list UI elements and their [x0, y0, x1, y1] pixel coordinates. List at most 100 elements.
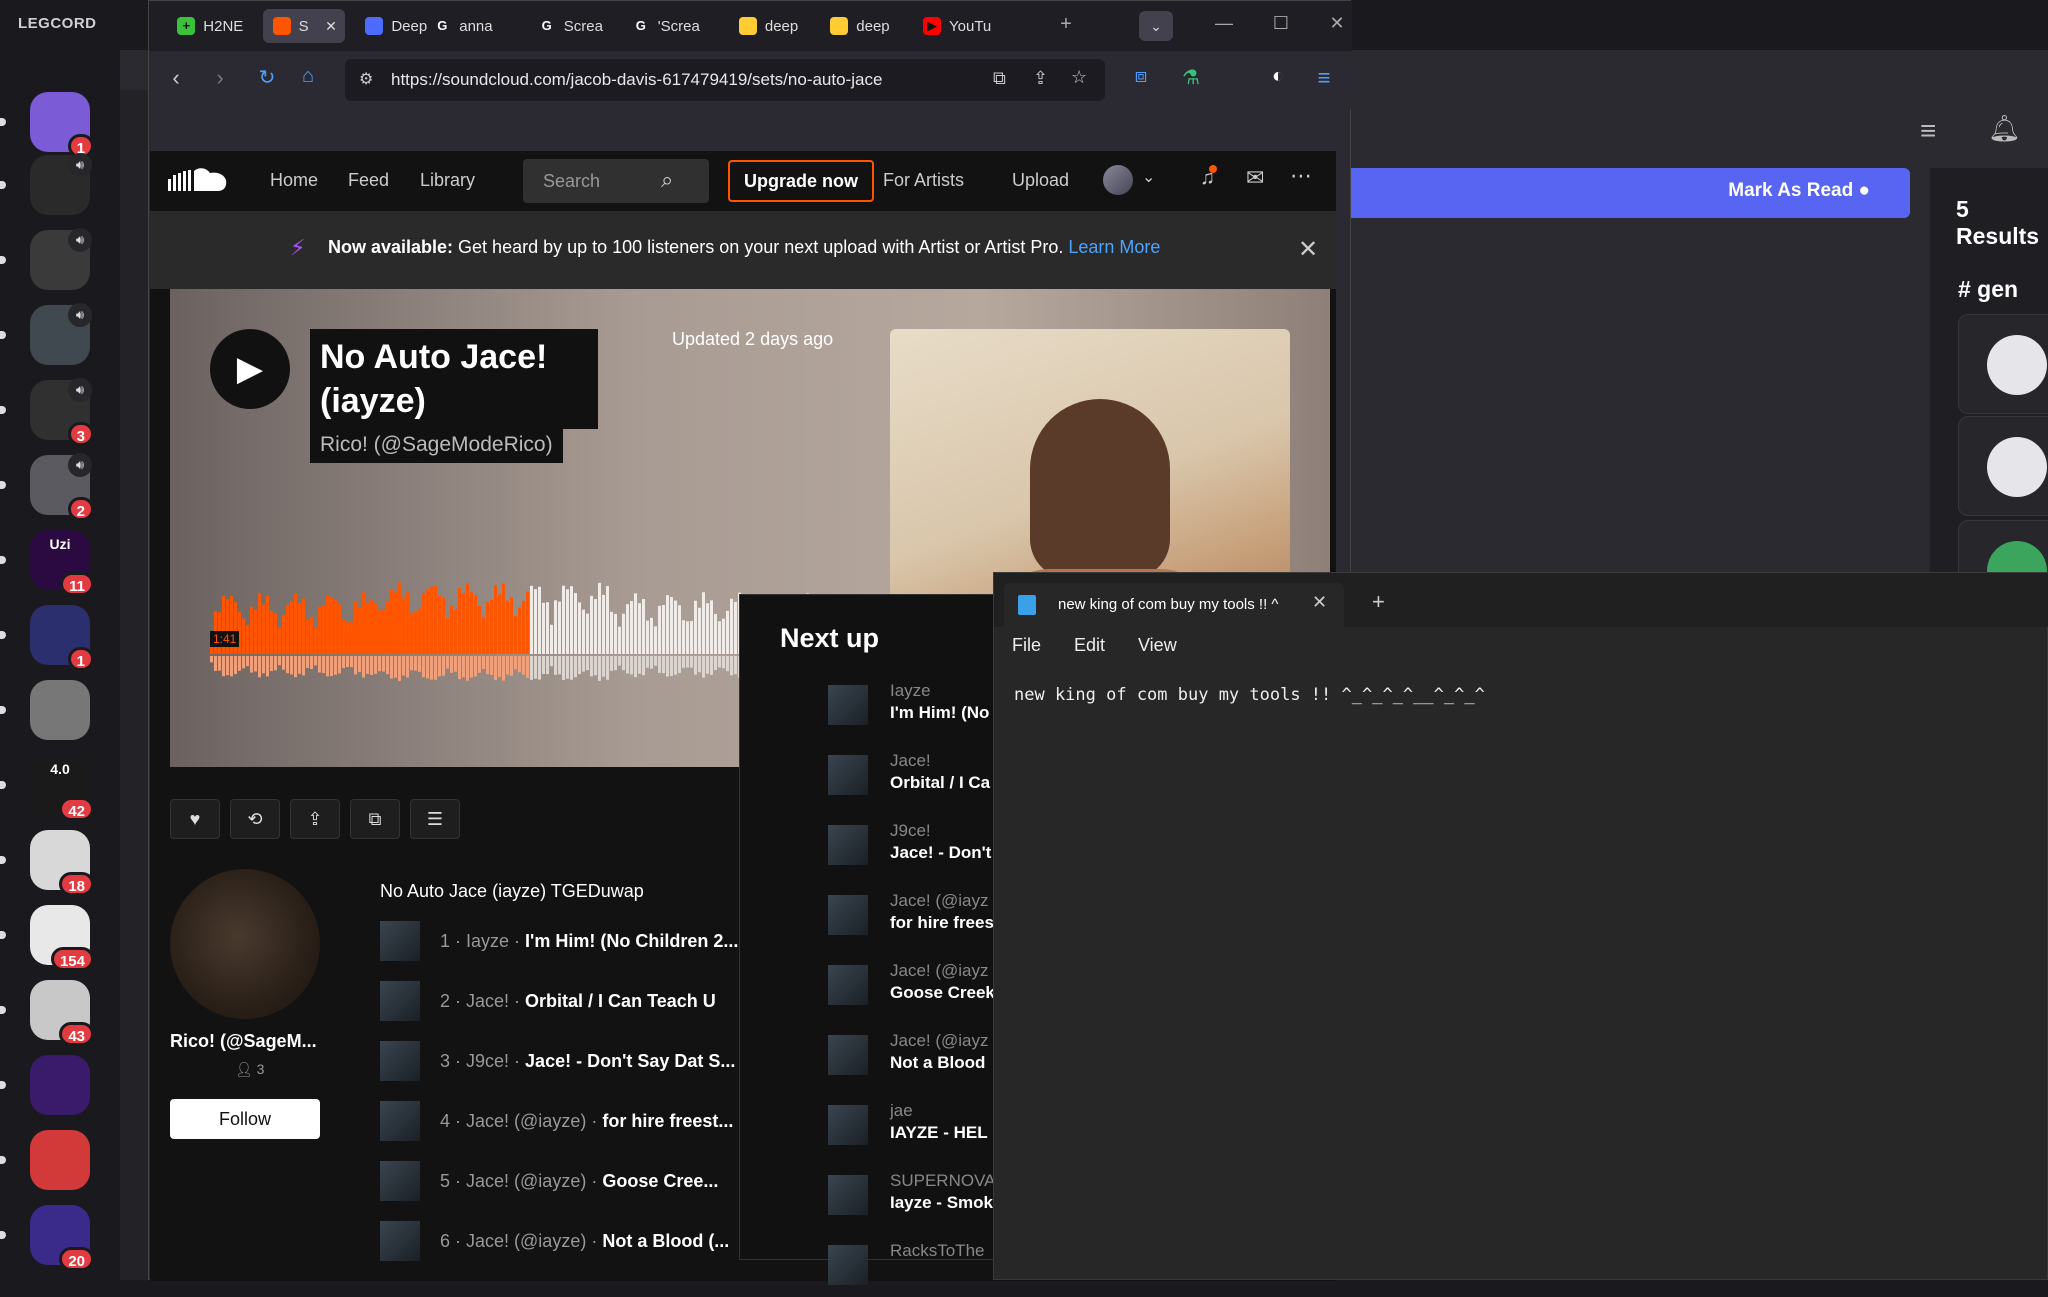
server-icon[interactable]: 20: [30, 1205, 94, 1271]
server-icon[interactable]: 18: [30, 830, 94, 896]
new-tab-button[interactable]: +: [1051, 13, 1081, 36]
add-to-queue-button[interactable]: ☰: [410, 799, 460, 839]
queue-item[interactable]: Iayze I'm Him! (No: [828, 679, 1000, 737]
waveform[interactable]: [210, 574, 810, 694]
close-tab-icon[interactable]: ✕: [325, 18, 337, 35]
soundcloud-logo-icon[interactable]: [168, 165, 230, 195]
maximize-button[interactable]: ☐: [1266, 13, 1296, 34]
chevron-down-icon[interactable]: ⌄: [1142, 167, 1155, 187]
artist-name[interactable]: Rico! (@SageM...: [170, 1031, 317, 1052]
server-icon[interactable]: 4.0 42: [30, 755, 94, 821]
avatar[interactable]: [1103, 165, 1133, 195]
messages-icon[interactable]: ✉: [1246, 165, 1264, 191]
track-row[interactable]: 1 · Iayze · I'm Him! (No Children 2...: [380, 917, 760, 963]
server-icon[interactable]: 🔊︎: [30, 153, 92, 215]
browser-tab[interactable]: G 'Screa: [622, 9, 716, 43]
play-button[interactable]: ▶: [210, 329, 290, 409]
menu-icon[interactable]: ≡: [1309, 65, 1339, 91]
search-input[interactable]: Search ⌕: [523, 159, 709, 203]
profile-icon[interactable]: ◐: [1263, 65, 1293, 88]
for-artists-link[interactable]: For Artists: [883, 170, 964, 191]
learn-more-link[interactable]: Learn More: [1068, 237, 1160, 257]
menu-file[interactable]: File: [1012, 635, 1041, 656]
queue-item[interactable]: RacksToThe: [828, 1239, 1000, 1297]
queue-item[interactable]: J9ce! Jace! - Don't: [828, 819, 1000, 877]
extensions-icon[interactable]: ⧈: [1126, 65, 1156, 88]
server-icon[interactable]: 🔊︎ 3: [30, 378, 94, 446]
minimize-button[interactable]: —: [1209, 13, 1239, 34]
browser-tab[interactable]: G Screa: [528, 9, 612, 43]
server-icon[interactable]: [30, 1130, 90, 1190]
close-button[interactable]: ✕: [1322, 13, 1352, 34]
track-row[interactable]: 6 · Jace! (@iayze) · Not a Blood (...: [380, 1217, 760, 1263]
browser-tab[interactable]: Ganna: [423, 9, 514, 43]
track-row[interactable]: 3 · J9ce! · Jace! - Don't Say Dat S...: [380, 1037, 760, 1083]
notifications-icon[interactable]: ♫: [1200, 165, 1217, 190]
queue-item[interactable]: Jace! (@iayz Not a Blood: [828, 1029, 1000, 1087]
playlist-artist[interactable]: Rico! (@SageModeRico): [310, 429, 563, 463]
track-row[interactable]: 4 · Jace! (@iayze) · for hire freest...: [380, 1097, 760, 1143]
result-card[interactable]: [1958, 314, 2048, 414]
labs-icon[interactable]: ⚗: [1176, 65, 1206, 90]
browser-tab[interactable]: deep: [820, 9, 898, 43]
server-icon[interactable]: [30, 1055, 90, 1115]
channel-name[interactable]: # gen: [1958, 276, 2018, 303]
upload-link[interactable]: Upload: [1012, 170, 1069, 191]
server-icon[interactable]: 154: [30, 905, 94, 971]
server-icon[interactable]: 1: [30, 92, 94, 158]
address-bar[interactable]: ⚙ https://soundcloud.com/jacob-davis-617…: [345, 59, 1105, 101]
track-row[interactable]: 2 · Jace! · Orbital / I Can Teach U: [380, 977, 760, 1023]
browser-tab[interactable]: ▶ YouTu: [913, 9, 1002, 43]
server-icon[interactable]: 🔊︎: [30, 228, 92, 290]
reload-icon[interactable]: ↻: [252, 65, 282, 90]
server-icon[interactable]: Uzi 11: [30, 530, 94, 596]
share-icon[interactable]: ⇪: [1033, 68, 1048, 89]
search-icon[interactable]: ⌕: [661, 167, 673, 193]
waveform-bar: [642, 599, 645, 654]
queue-item[interactable]: Jace! (@iayz Goose Creek: [828, 959, 1000, 1017]
queue-item[interactable]: Jace! (@iayz for hire frees: [828, 889, 1000, 947]
browser-tab[interactable]: deep: [729, 9, 807, 43]
result-card[interactable]: [1958, 416, 2048, 516]
home-icon[interactable]: ⌂: [293, 65, 323, 88]
server-icon[interactable]: [30, 680, 90, 740]
nav-feed[interactable]: Feed: [348, 170, 389, 191]
bookmark-icon[interactable]: ☆: [1071, 67, 1087, 88]
browser-tab[interactable]: + H2NE: [167, 9, 245, 43]
server-icon[interactable]: 🔊︎: [30, 303, 92, 365]
close-icon[interactable]: ✕: [1298, 235, 1318, 264]
queue-item[interactable]: SUPERNOVA Iayze - Smok: [828, 1169, 1000, 1227]
share-button[interactable]: ⇪: [290, 799, 340, 839]
server-icon[interactable]: 1: [30, 605, 94, 671]
upgrade-button[interactable]: Upgrade now: [728, 160, 874, 202]
browser-tab[interactable]: S ✕: [262, 9, 345, 43]
artist-avatar[interactable]: [170, 869, 320, 1019]
back-icon[interactable]: ‹: [161, 65, 191, 91]
list-tabs-button[interactable]: ⌄: [1139, 11, 1173, 41]
notification-bell-icon[interactable]: 🔔︎: [1988, 113, 2021, 144]
install-icon[interactable]: ⧉: [993, 68, 1006, 89]
more-icon[interactable]: ⋯: [1290, 163, 1312, 189]
repost-button[interactable]: ⟲: [230, 799, 280, 839]
notepad-tab[interactable]: new king of com buy my tools !! ^ ✕: [1004, 583, 1344, 627]
forward-icon[interactable]: ›: [205, 65, 235, 91]
close-tab-icon[interactable]: ✕: [1312, 592, 1327, 613]
nav-library[interactable]: Library: [420, 170, 475, 191]
like-button[interactable]: ♥: [170, 799, 220, 839]
follow-button[interactable]: Follow: [170, 1099, 320, 1139]
track-row[interactable]: 5 · Jace! (@iayze) · Goose Cree...: [380, 1157, 760, 1203]
site-info-icon[interactable]: ⚙: [359, 69, 373, 89]
server-icon[interactable]: 43: [30, 980, 94, 1046]
threads-icon[interactable]: ≡: [1920, 115, 1936, 147]
menu-edit[interactable]: Edit: [1074, 635, 1105, 656]
copy-link-button[interactable]: ⧉: [350, 799, 400, 839]
menu-view[interactable]: View: [1138, 635, 1177, 656]
mark-as-read-button[interactable]: Mark As Read ●: [1728, 180, 1870, 202]
nav-home[interactable]: Home: [270, 170, 318, 191]
queue-thumbnail: [828, 1245, 868, 1285]
notepad-text-area[interactable]: new king of com buy my tools !! ^_^_^_^_…: [1014, 685, 1485, 705]
queue-item[interactable]: jae IAYZE - HEL: [828, 1099, 1000, 1157]
new-tab-button[interactable]: +: [1372, 589, 1385, 615]
server-icon[interactable]: 🔊︎ 2: [30, 453, 94, 521]
queue-item[interactable]: Jace! Orbital / I Ca: [828, 749, 1000, 807]
